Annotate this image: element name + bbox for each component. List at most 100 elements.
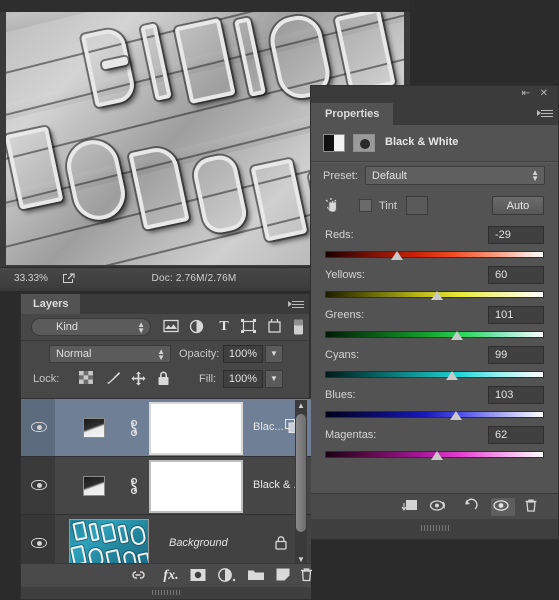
layer-style-fx-icon[interactable]: fx.	[159, 567, 183, 585]
slider-value-input[interactable]: 60	[488, 266, 544, 284]
slider-track[interactable]	[325, 251, 544, 258]
fill-dropdown-arrow-icon[interactable]: ▼	[265, 370, 283, 388]
fill-input[interactable]: 100%	[223, 370, 263, 388]
up-down-spinner-icon[interactable]: ▲ ▼	[137, 321, 145, 335]
tint-color-swatch[interactable]	[406, 196, 428, 215]
slider-thumb[interactable]	[430, 448, 444, 461]
scrollbar-thumb[interactable]	[296, 414, 306, 532]
tab-layers[interactable]: Layers	[21, 294, 81, 314]
table-row[interactable]: Background	[21, 515, 311, 567]
layer-list[interactable]: Blac... Black & ... Background	[21, 398, 311, 567]
slider-track[interactable]	[325, 331, 544, 338]
link-layers-icon[interactable]	[129, 567, 151, 585]
filter-toggle-switch-icon[interactable]	[293, 319, 311, 335]
close-x-icon[interactable]: ✕	[540, 89, 548, 99]
filter-kind-select[interactable]: Kind ▲ ▼	[31, 318, 151, 336]
tint-label: Tint	[379, 200, 397, 212]
properties-resize-grip[interactable]	[311, 519, 558, 539]
layer-mask-icon[interactable]	[353, 134, 375, 152]
blend-mode-select[interactable]: Normal ▲ ▼	[49, 345, 171, 363]
preset-value: Default	[372, 170, 407, 182]
slider-thumb[interactable]	[451, 328, 464, 341]
white-layer-mask-thumbnail[interactable]	[149, 460, 243, 513]
add-layer-mask-icon[interactable]	[189, 567, 211, 585]
smart-object-filter-icon[interactable]	[267, 319, 285, 335]
eye-visible-icon[interactable]	[31, 479, 49, 491]
slider-track[interactable]	[325, 411, 544, 418]
table-row[interactable]: Blac...	[21, 399, 311, 457]
eye-visible-icon[interactable]	[31, 537, 49, 549]
clip-to-layer-icon[interactable]	[401, 498, 425, 516]
lock-all-icon[interactable]	[157, 371, 174, 387]
lock-position-icon[interactable]	[131, 371, 148, 387]
slider-track[interactable]	[325, 371, 544, 378]
tint-checkbox[interactable]	[359, 199, 372, 212]
layer-name: Blac...	[253, 421, 284, 433]
slider-yellows: Yellows: 60	[311, 266, 558, 306]
lock-row: Lock: Fill: 100% ▼	[21, 366, 309, 392]
reset-icon[interactable]	[461, 498, 485, 516]
layers-panel: Layers Kind ▲ ▼ T Normal ▲ ▼ Opacity: 10…	[20, 293, 312, 600]
slider-value-input[interactable]: 103	[488, 386, 544, 404]
slider-thumb[interactable]	[450, 408, 463, 421]
properties-topbar[interactable]: ⇤ ✕	[311, 86, 558, 103]
share-arrow-icon[interactable]	[62, 272, 82, 284]
slider-value-input[interactable]: 62	[488, 426, 544, 444]
background-photo-thumbnail[interactable]	[69, 519, 149, 567]
panel-menu-icon[interactable]	[288, 299, 304, 311]
document-titlebar[interactable]	[0, 0, 410, 12]
opacity-dropdown-arrow-icon[interactable]: ▼	[265, 345, 283, 363]
white-layer-mask-thumbnail[interactable]	[149, 402, 243, 455]
layers-resize-grip[interactable]	[21, 587, 311, 599]
delete-icon[interactable]	[523, 498, 547, 516]
slider-thumb[interactable]	[430, 288, 444, 301]
opacity-input[interactable]: 100%	[223, 345, 263, 363]
type-layer-filter-icon[interactable]: T	[215, 319, 233, 335]
toggle-visibility-icon[interactable]	[491, 498, 515, 516]
black-white-adjustment-thumbnail[interactable]	[83, 418, 105, 438]
lock-image-pixels-icon[interactable]	[105, 371, 122, 387]
layer-filter-row: Kind ▲ ▼ T	[21, 314, 309, 340]
page-title: Black & White	[385, 136, 459, 148]
neon-letter-S	[190, 152, 250, 236]
resize-grip-icon	[420, 525, 449, 531]
scroll-up-arrow-icon[interactable]: ▲	[297, 402, 305, 410]
resize-grip-icon[interactable]	[333, 567, 347, 585]
targeted-adjustment-hand-icon[interactable]	[323, 196, 343, 216]
link-mask-icon[interactable]	[129, 477, 139, 495]
layers-scrollbar[interactable]: ▲ ▼	[295, 400, 307, 566]
filter-kind-value: Kind	[56, 321, 79, 333]
slider-value-input[interactable]: 99	[488, 346, 544, 364]
layers-tabstrip: Layers	[21, 294, 309, 314]
slider-thumb[interactable]	[391, 248, 404, 261]
view-previous-state-icon[interactable]	[429, 498, 453, 516]
black-white-adjustment-icon	[323, 134, 345, 152]
adjustment-layer-filter-icon[interactable]	[189, 319, 207, 335]
new-group-icon[interactable]	[247, 567, 269, 585]
slider-value-input[interactable]: -29	[488, 226, 544, 244]
eye-visible-icon[interactable]	[31, 421, 49, 433]
doc-size-readout: Doc: 2.76M/2.76M	[151, 272, 237, 284]
new-adjustment-layer-icon[interactable]	[217, 567, 241, 585]
table-row[interactable]: Black & ...	[21, 457, 311, 515]
auto-button[interactable]: Auto	[492, 196, 544, 215]
link-mask-icon[interactable]	[129, 419, 139, 437]
zoom-level[interactable]: 33.33%	[0, 273, 62, 284]
slider-label: Magentas:	[325, 429, 377, 441]
up-down-spinner-icon[interactable]: ▲ ▼	[531, 169, 539, 183]
preset-row: Preset: Default ▲ ▼	[311, 162, 558, 192]
new-layer-icon[interactable]	[275, 567, 295, 585]
slider-reds: Reds: -29	[311, 226, 558, 266]
preset-select[interactable]: Default ▲ ▼	[365, 166, 545, 185]
tab-properties[interactable]: Properties	[311, 103, 394, 125]
slider-value-input[interactable]: 101	[488, 306, 544, 324]
up-down-spinner-icon[interactable]: ▲ ▼	[157, 348, 165, 362]
shape-layer-filter-icon[interactable]	[241, 319, 259, 335]
black-white-adjustment-thumbnail[interactable]	[83, 476, 105, 496]
lock-transparent-pixels-icon[interactable]	[79, 371, 96, 387]
pixel-layer-filter-icon[interactable]	[163, 319, 181, 335]
slider-thumb[interactable]	[446, 368, 459, 381]
collapse-double-arrow-icon[interactable]: ⇤	[522, 89, 530, 99]
delete-layer-icon[interactable]	[299, 567, 319, 585]
panel-menu-icon[interactable]	[537, 108, 553, 120]
